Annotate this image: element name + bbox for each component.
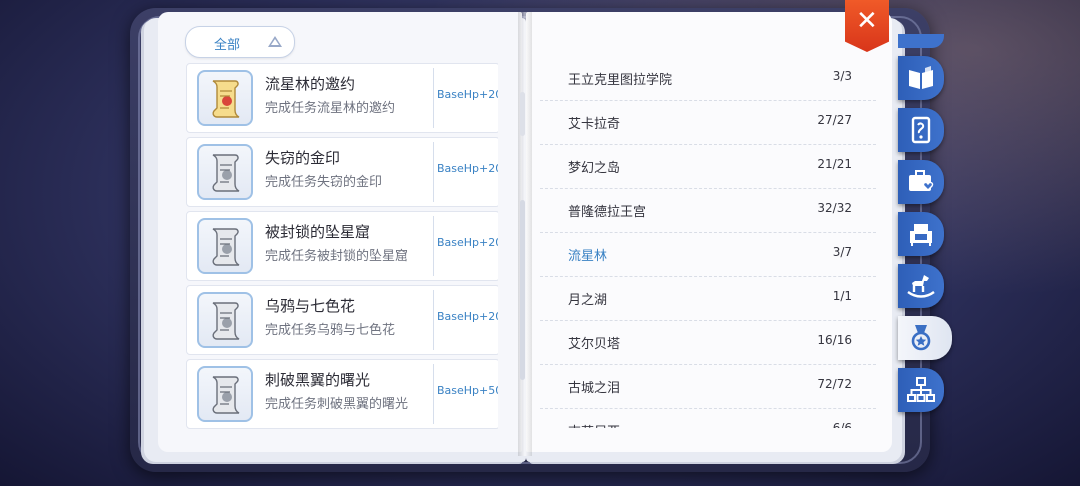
area-list[interactable]: 王立克里图拉学院 3/3 艾卡拉奇 27/27 梦幻之岛 21/21 普隆德拉王宫 32/32…	[540, 56, 876, 428]
filter-label: 全部	[214, 38, 241, 53]
area-progress: 72/72	[817, 377, 852, 391]
quest-description: 完成任务被封锁的坠星窟	[265, 249, 409, 264]
left-scroll-track	[520, 92, 525, 136]
area-row[interactable]: 月之湖 1/1	[540, 276, 876, 321]
scroll-gray-icon	[197, 218, 253, 274]
quest-list[interactable]: 流星林的邀约完成任务流星林的邀约BaseHp+200失窃的金印完成任务失窃的金印…	[176, 63, 498, 437]
area-name: 古城之泪	[568, 381, 621, 396]
quest-title: 被封锁的坠星窟	[265, 223, 371, 241]
area-name: 吉芬尼亚	[568, 421, 620, 428]
triangle-up-icon	[268, 36, 282, 47]
quest-card[interactable]: 失窃的金印完成任务失窃的金印 BaseHp+200	[186, 137, 498, 207]
area-progress: 16/16	[817, 333, 852, 347]
left-scrollbar[interactable]	[520, 200, 525, 380]
side-tab[interactable]	[898, 264, 944, 308]
scroll-gray-icon	[197, 144, 253, 200]
area-row[interactable]: 艾尔贝塔 16/16	[540, 320, 876, 365]
area-progress: 21/21	[817, 157, 852, 171]
quest-reward: BaseHp+200	[437, 88, 498, 101]
quest-reward: BaseHp+200	[437, 236, 498, 249]
scroll-gray-icon	[197, 366, 253, 422]
quest-description: 完成任务流星林的邀约	[265, 101, 396, 116]
quest-reward: BaseHp+500	[437, 384, 498, 397]
side-tab[interactable]	[898, 56, 944, 100]
quest-description: 完成任务刺破黑翼的曙光	[265, 397, 409, 412]
divider	[433, 290, 434, 350]
area-name: 流星林	[568, 249, 608, 264]
side-tab[interactable]	[898, 316, 952, 360]
area-name: 艾卡拉奇	[568, 117, 621, 132]
area-name: 王立克里图拉学院	[568, 73, 673, 88]
tab-top-edge	[898, 34, 944, 48]
area-progress: 32/32	[817, 201, 852, 215]
divider	[433, 216, 434, 276]
quest-description: 完成任务失窃的金印	[265, 175, 383, 190]
quest-title: 流星林的邀约	[265, 75, 356, 93]
divider	[433, 142, 434, 202]
area-name: 梦幻之岛	[568, 161, 621, 176]
side-tab[interactable]	[898, 108, 944, 152]
quest-description: 完成任务乌鸦与七色花	[265, 323, 396, 338]
scroll-gray-icon	[197, 292, 253, 348]
area-progress: 27/27	[817, 113, 852, 127]
quest-card[interactable]: 被封锁的坠星窟完成任务被封锁的坠星窟 BaseHp+200	[186, 211, 498, 281]
area-progress: 1/1	[832, 289, 852, 303]
quest-card[interactable]: 流星林的邀约完成任务流星林的邀约 BaseHp+200	[186, 63, 498, 133]
area-name: 艾尔贝塔	[568, 337, 621, 352]
area-row[interactable]: 普隆德拉王宫 32/32	[540, 188, 876, 233]
area-row[interactable]: 梦幻之岛 21/21	[540, 144, 876, 189]
quest-card[interactable]: 乌鸦与七色花完成任务乌鸦与七色花 BaseHp+200	[186, 285, 498, 355]
area-row[interactable]: 吉芬尼亚 6/6	[540, 408, 876, 428]
filter-dropdown[interactable]: 全部	[185, 26, 295, 58]
area-progress: 3/7	[832, 245, 852, 259]
quest-reward: BaseHp+200	[437, 162, 498, 175]
area-name: 月之湖	[568, 293, 608, 308]
quest-card[interactable]: 刺破黑翼的曙光完成任务刺破黑翼的曙光 BaseHp+500	[186, 359, 498, 429]
close-icon: ✕	[856, 6, 878, 36]
area-row[interactable]: 艾卡拉奇 27/27	[540, 100, 876, 145]
side-tab[interactable]	[898, 368, 944, 412]
area-name: 普隆德拉王宫	[568, 205, 647, 220]
area-row[interactable]: 王立克里图拉学院 3/3	[540, 56, 876, 101]
close-button[interactable]: ✕	[845, 0, 889, 52]
area-progress: 6/6	[832, 421, 852, 428]
divider	[433, 68, 434, 128]
quest-title: 刺破黑翼的曙光	[265, 371, 371, 389]
area-row[interactable]: 流星林 3/7	[540, 232, 876, 277]
scroll-gold-icon	[197, 70, 253, 126]
quest-title: 乌鸦与七色花	[265, 297, 356, 315]
area-progress: 3/3	[832, 69, 852, 83]
quest-title: 失窃的金印	[265, 149, 341, 167]
area-row[interactable]: 古城之泪 72/72	[540, 364, 876, 409]
divider	[433, 364, 434, 424]
side-tab[interactable]	[898, 160, 944, 204]
quest-reward: BaseHp+200	[437, 310, 498, 323]
side-tab[interactable]	[898, 212, 944, 256]
